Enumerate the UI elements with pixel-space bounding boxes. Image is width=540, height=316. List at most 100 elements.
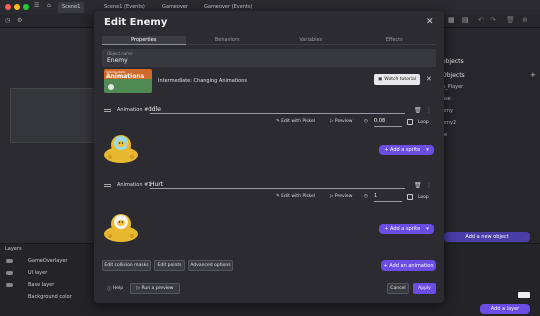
run-preview-button[interactable]: ▷ Run a preview <box>130 283 180 294</box>
edit-with-piskel-button[interactable]: ✎ Edit with Piskel <box>276 194 315 203</box>
loop-label: Loop <box>418 195 429 200</box>
edit-with-piskel-button[interactable]: ✎ Edit with Piskel <box>276 119 315 128</box>
add-animation-button[interactable]: + Add an animation <box>381 260 436 271</box>
tutorial-banner: Intermediate Animations Intermediate: Ch… <box>102 69 436 93</box>
run-preview-label: Run a preview <box>141 286 174 291</box>
animation-block: Animation #0 Idle 🗑 ⋮ ✎ Edit with Piskel… <box>102 106 436 168</box>
advanced-options-button[interactable]: Advanced options <box>188 260 233 271</box>
zoom-icon[interactable]: ⊕ <box>522 16 528 24</box>
timer-icon: ◷ <box>364 194 368 199</box>
add-object-icon[interactable]: + <box>530 71 536 79</box>
maximize-window-icon[interactable] <box>23 4 29 10</box>
drag-handle-icon[interactable] <box>104 109 111 110</box>
edit-points-button[interactable]: Edit points <box>154 260 185 271</box>
object-actions: Edit collision masks Edit points Advance… <box>102 260 436 271</box>
close-window-icon[interactable] <box>5 4 11 10</box>
video-icon: ▣ <box>378 77 383 82</box>
cancel-label: Cancel <box>390 286 406 291</box>
add-sprite-label: Add a sprite <box>390 147 421 153</box>
loop-checkbox[interactable] <box>407 194 413 200</box>
preview-button[interactable]: ▷ Preview <box>330 194 352 203</box>
dialog-title: Edit Enemy <box>104 17 168 28</box>
edit-with-piskel-label: Edit with Piskel <box>281 194 315 199</box>
edit-with-piskel-label: Edit with Piskel <box>281 119 315 124</box>
object-list-item[interactable]: emy2 <box>442 120 456 126</box>
add-layer-button[interactable]: Add a layer <box>480 304 530 314</box>
minimize-window-icon[interactable] <box>14 4 20 10</box>
apply-button[interactable]: Apply <box>413 283 436 294</box>
add-sprite-button[interactable]: + Add a sprite ▾ <box>379 145 434 155</box>
loop-label: Loop <box>418 120 429 125</box>
tab-variables[interactable]: Variables <box>269 36 353 45</box>
object-name-value[interactable]: Enemy <box>107 57 128 64</box>
chevron-down-icon: ▾ <box>426 226 429 232</box>
apply-label: Apply <box>418 286 431 291</box>
drag-handle-icon[interactable] <box>104 184 111 185</box>
trash-icon[interactable]: 🗑 <box>414 107 422 114</box>
drag-handle-icon[interactable] <box>6 283 13 287</box>
more-icon[interactable]: ⋮ <box>426 182 432 189</box>
timer-icon: ◷ <box>364 119 368 124</box>
layout-icon[interactable]: ▤ <box>462 16 469 24</box>
animation-name-input[interactable]: Idle <box>150 106 405 114</box>
object-name-field[interactable]: Object name Enemy <box>102 49 436 67</box>
sprite-thumbnail[interactable] <box>102 209 140 243</box>
object-list-item[interactable]: n_Player <box>442 84 463 90</box>
add-sprite-button[interactable]: + Add a sprite ▾ <box>379 224 434 234</box>
tab-scene1[interactable]: Scene1 <box>58 2 85 13</box>
animation-label: Animation #1 <box>117 182 152 188</box>
edit-object-dialog: Edit Enemy ✕ Properties Behaviors Variab… <box>94 11 444 303</box>
preview-label: Preview <box>334 119 353 124</box>
fps-input[interactable]: 1 <box>374 193 402 202</box>
scene-canvas[interactable] <box>10 88 95 143</box>
animation-header: Animation #1 Hurt 🗑 ⋮ <box>102 181 436 190</box>
play-icon <box>108 84 114 90</box>
object-name-label: Object name <box>107 51 133 56</box>
help-button[interactable]: ⓘ Help <box>104 283 126 294</box>
add-new-object-button[interactable]: Add a new object <box>444 232 530 242</box>
animation-block: Animation #1 Hurt 🗑 ⋮ ✎ Edit with Piskel… <box>102 181 436 247</box>
settings-icon[interactable]: ⚙ <box>17 17 22 24</box>
chevron-down-icon: ▾ <box>426 147 429 153</box>
trash-icon[interactable]: 🗑 <box>414 182 422 189</box>
close-icon[interactable]: ✕ <box>426 17 434 27</box>
tab-effects[interactable]: Effects <box>352 36 436 45</box>
animation-header: Animation #0 Idle 🗑 ⋮ <box>102 106 436 115</box>
add-animation-label: Add an animation <box>389 262 434 269</box>
tab-behaviors[interactable]: Behaviors <box>185 36 269 45</box>
drag-handle-icon[interactable] <box>6 271 13 275</box>
objects-section-title: Objects <box>442 72 465 79</box>
grid-icon[interactable]: ▦ <box>448 16 455 24</box>
redo-icon[interactable]: ↷ <box>490 16 496 24</box>
history-icon[interactable]: ◷ <box>5 17 10 24</box>
advanced-options-label: Advanced options <box>190 263 231 268</box>
undo-icon[interactable]: ↶ <box>478 16 484 24</box>
objects-panel-title: objects <box>442 58 464 65</box>
edit-collision-masks-button[interactable]: Edit collision masks <box>102 260 151 271</box>
thumbnail-title: Animations <box>106 73 145 80</box>
edit-collision-masks-label: Edit collision masks <box>104 263 149 268</box>
tutorial-title: Intermediate: Changing Animations <box>158 78 248 84</box>
cancel-button[interactable]: Cancel <box>387 283 409 294</box>
dialog-footer: ⓘ Help ▷ Run a preview Cancel Apply <box>102 283 436 295</box>
loop-checkbox[interactable] <box>407 119 413 125</box>
close-tutorial-icon[interactable]: ✕ <box>426 75 432 83</box>
home-icon[interactable]: ⌂ <box>47 2 51 9</box>
add-layer-label: Add a layer <box>490 306 520 312</box>
help-label: Help <box>112 286 124 291</box>
scene-editor-area <box>0 28 95 243</box>
fps-input[interactable]: 0.08 <box>374 118 402 127</box>
more-icon[interactable]: ⋮ <box>426 107 432 114</box>
animation-name-input[interactable]: Hurt <box>150 181 405 189</box>
menu-icon[interactable]: ☰ <box>34 2 39 9</box>
drag-handle-icon[interactable] <box>6 259 13 263</box>
delete-icon[interactable]: 🗑 <box>506 16 515 24</box>
sprite-thumbnail[interactable] <box>102 130 140 164</box>
tab-properties[interactable]: Properties <box>102 36 186 45</box>
preview-label: Preview <box>334 194 353 199</box>
tutorial-thumbnail: Intermediate Animations <box>104 69 152 93</box>
watch-tutorial-label: Watch tutorial <box>384 77 416 82</box>
preview-button[interactable]: ▷ Preview <box>330 119 352 128</box>
watch-tutorial-button[interactable]: ▣ Watch tutorial <box>374 74 420 85</box>
background-color-swatch[interactable] <box>518 292 530 298</box>
